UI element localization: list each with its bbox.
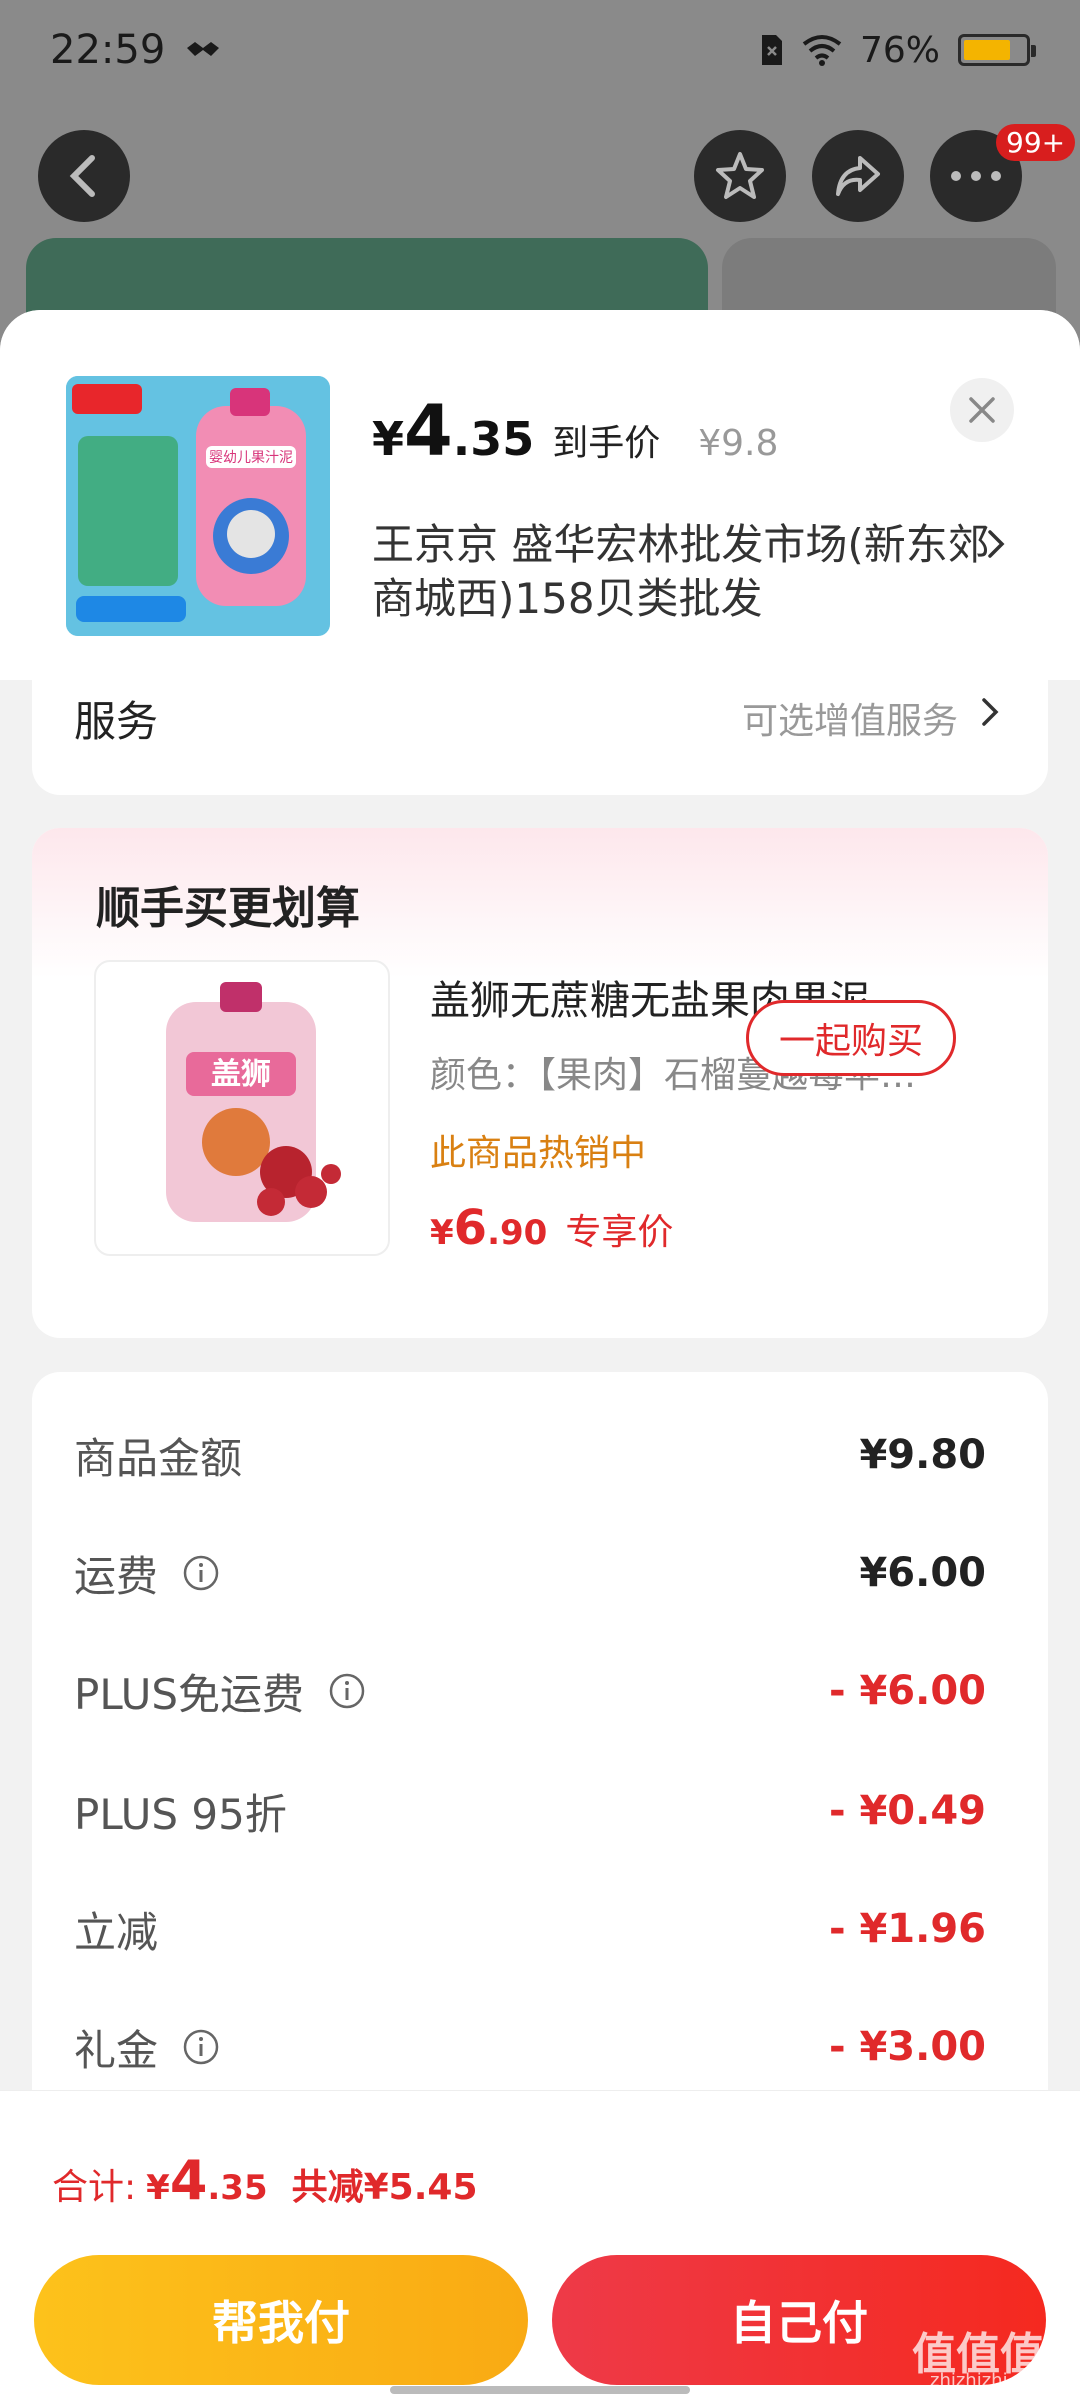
share-icon [836, 156, 880, 196]
summary-row: 商品金额 ¥9.80 [74, 1420, 986, 1490]
service-row[interactable]: 服务 可选增值服务 [32, 680, 1048, 795]
summary-value: ¥6.00 [859, 1550, 986, 1596]
summary-row: 礼金 - ¥3.00 [74, 2012, 986, 2082]
message-count-badge: 99+ [996, 124, 1076, 161]
price-row: ¥4.35 到手价 ¥9.8 [372, 390, 778, 472]
price-summary: 商品金额 ¥9.80 运费 ¥6.00 PLUS免运费 - ¥6.00 PLUS 95折 - … [32, 1372, 1048, 2132]
summary-value: - ¥6.00 [828, 1668, 986, 1714]
battery-icon [958, 34, 1036, 66]
addon-title: 顺手买更划算 [96, 883, 360, 934]
summary-label-text: 运费 [74, 1551, 159, 1601]
addon-card: 顺手买更划算 盖狮 盖狮无蔗糖无盐果肉果泥… 颜色：【果肉】石榴蔓越莓苹… 此商… [32, 828, 1048, 1338]
total-row: 合计: ¥4.35 共减¥5.45 [52, 2149, 478, 2212]
summary-value: ¥9.80 [859, 1432, 986, 1478]
summary-row: PLUS 95折 - ¥0.49 [74, 1776, 986, 1846]
more-dots-icon [951, 171, 1001, 181]
summary-row: PLUS免运费 - ¥6.00 [74, 1656, 986, 1726]
info-icon[interactable] [182, 1554, 220, 1592]
total-amount: ¥4.35 [146, 2149, 268, 2212]
summary-label: 商品金额 [74, 1425, 242, 1486]
star-icon [716, 152, 764, 199]
status-bar: 22:59 76% [0, 0, 1080, 100]
summary-value: - ¥3.00 [828, 2024, 986, 2070]
summary-label-text: PLUS 95折 [74, 1789, 287, 1839]
help-pay-button[interactable]: 帮我付 [34, 2255, 528, 2385]
original-price: ¥9.8 [698, 423, 779, 464]
addon-hot-label: 此商品热销中 [430, 1133, 647, 1174]
summary-label-text: 礼金 [74, 2025, 159, 2075]
back-button[interactable] [38, 130, 130, 222]
final-price-label: 到手价 [552, 423, 661, 464]
summary-label: PLUS免运费 [74, 1661, 366, 1722]
chevron-right-icon [988, 530, 1005, 558]
chevron-left-icon [69, 155, 95, 197]
battery-percent: 76% [859, 29, 940, 71]
summary-label: 礼金 [74, 2017, 220, 2078]
handshake-icon [187, 42, 220, 56]
favorite-button[interactable] [694, 130, 786, 222]
close-icon [969, 397, 995, 423]
close-button[interactable] [950, 378, 1014, 442]
shop-name[interactable]: 王京京 盛华宏林批发市场(新东郊商城西)158贝类批发 [372, 518, 1012, 626]
status-time: 22:59 [50, 27, 166, 73]
sim-icon [761, 35, 782, 65]
watermark-url: zhizhizhi.com [930, 2370, 1052, 2391]
summary-label-text: 商品金额 [74, 1433, 243, 1483]
chevron-right-icon [982, 698, 999, 726]
service-title: 服务 [74, 697, 159, 746]
total-label: 合计: [52, 2167, 137, 2208]
product-thumbnail[interactable]: 婴幼儿果汁泥 [66, 376, 330, 636]
summary-label-text: PLUS免运费 [74, 1669, 305, 1719]
summary-value: - ¥1.96 [828, 1906, 986, 1952]
addon-product-image[interactable]: 盖狮 [94, 960, 390, 1256]
info-icon[interactable] [182, 2028, 220, 2066]
total-savings: 共减¥5.45 [291, 2167, 478, 2208]
addon-price: ¥6.90 [430, 1200, 548, 1256]
summary-label: PLUS 95折 [74, 1781, 287, 1842]
summary-label: 运费 [74, 1543, 220, 1604]
summary-value: - ¥0.49 [828, 1788, 986, 1834]
home-indicator[interactable] [390, 2386, 690, 2394]
buy-together-button[interactable]: 一起购买 [746, 1000, 956, 1076]
share-button[interactable] [812, 130, 904, 222]
summary-row: 运费 ¥6.00 [74, 1538, 986, 1608]
summary-row: 立减 - ¥1.96 [74, 1894, 986, 1964]
addon-price-row: ¥6.90 专享价 [430, 1200, 673, 1256]
service-hint: 可选增值服务 [741, 701, 958, 742]
product-image: 婴幼儿果汁泥 [66, 376, 330, 636]
final-price: ¥4.35 [372, 390, 535, 472]
svg-text:婴幼儿果汁泥: 婴幼儿果汁泥 [209, 450, 293, 466]
summary-label: 立减 [74, 1899, 158, 1960]
product-header: 婴幼儿果汁泥 ¥4.35 到手价 ¥9.8 王京京 盛华宏林批发市场(新东郊商城… [0, 310, 1080, 680]
wifi-icon [802, 35, 842, 66]
summary-label-text: 立减 [74, 1907, 159, 1957]
svg-text:盖狮: 盖狮 [211, 1057, 271, 1092]
order-bottom-sheet: 婴幼儿果汁泥 ¥4.35 到手价 ¥9.8 王京京 盛华宏林批发市场(新东郊商城… [0, 310, 1080, 2400]
info-icon[interactable] [328, 1672, 366, 1710]
addon-price-label: 专享价 [565, 1212, 674, 1253]
